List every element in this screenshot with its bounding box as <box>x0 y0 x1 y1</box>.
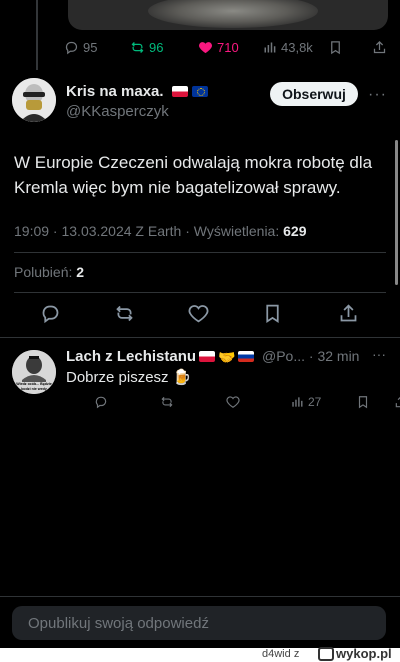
watermark-z: z <box>293 648 300 660</box>
likes-summary[interactable]: Polubień: 2 <box>14 264 84 280</box>
reply-author-name-row[interactable]: Lach z Lechistanu 🤝 <box>66 348 255 365</box>
reply-views-button[interactable]: 27 <box>290 395 321 409</box>
reply-avatar-caption: Wiedz ocób... Będzie bodzi nie wedy <box>16 382 52 391</box>
watermark-username: d4wid <box>262 648 291 660</box>
retweet-button[interactable] <box>114 303 135 324</box>
author-name: Kris na maxa. <box>66 83 164 100</box>
retweet-icon <box>116 305 133 322</box>
reply-share-button[interactable] <box>394 395 400 409</box>
author-name-row[interactable]: Kris na maxa. <box>66 83 208 100</box>
reply-button[interactable] <box>40 303 61 324</box>
reply-icon <box>65 41 78 55</box>
heart-icon <box>188 305 209 323</box>
reply-input[interactable] <box>26 613 386 633</box>
bookmark-icon <box>266 304 279 324</box>
reply-views-count: 27 <box>308 395 322 409</box>
reply-compose-box[interactable] <box>12 606 386 640</box>
views-action[interactable]: 43,8k <box>262 40 313 55</box>
beer-icon: 🍺 <box>172 369 192 386</box>
likes-label: Polubień: <box>14 264 77 280</box>
views-count: 43,8k <box>281 40 313 55</box>
share-icon <box>373 40 386 54</box>
heart-icon <box>226 396 240 408</box>
handshake-icon: 🤝 <box>218 348 236 365</box>
avatar-image <box>12 78 56 122</box>
likes-count: 2 <box>76 264 85 280</box>
divider <box>14 252 386 253</box>
author-handle[interactable]: @KKasperczyk <box>66 103 169 120</box>
tweet-actions <box>0 303 400 327</box>
reply-more-options-icon[interactable]: ··· <box>372 346 386 362</box>
share-button[interactable] <box>338 303 359 324</box>
reply-author-name: Lach z Lechistanu <box>66 348 197 365</box>
retweet-icon <box>131 42 144 53</box>
heart-filled-icon <box>199 42 212 54</box>
views-icon <box>264 42 276 53</box>
like-action[interactable]: 710 <box>198 40 239 55</box>
wykop-logo-text: wykop.pl <box>336 646 392 661</box>
divider <box>14 292 386 293</box>
reply-icon <box>95 396 107 409</box>
like-button[interactable] <box>188 303 209 324</box>
retweet-count: 96 <box>149 40 164 55</box>
more-options-icon[interactable]: ··· <box>368 86 387 104</box>
reply-text-content: Dobrze piszesz <box>66 369 169 386</box>
reply-reply-button[interactable] <box>94 395 108 409</box>
eu-flag-icon <box>191 86 208 97</box>
tweet-text: W Europie Czeczeni odwalają mokra robotę… <box>14 153 373 197</box>
reply-count: 95 <box>83 40 98 55</box>
retweet-icon <box>161 396 173 408</box>
follow-button[interactable]: Obserwuj <box>270 82 358 106</box>
poland-flag-icon <box>199 351 216 362</box>
image-content <box>148 0 318 28</box>
scrollbar[interactable] <box>395 140 398 285</box>
watermark-user: d4wid z <box>262 648 299 660</box>
previous-tweet-image[interactable] <box>68 0 388 30</box>
reply-like-button[interactable] <box>226 395 240 409</box>
like-count: 710 <box>217 40 239 55</box>
russia-flag-icon <box>238 351 255 362</box>
reply-author-avatar[interactable]: Wiedz ocób... Będzie bodzi nie wedy <box>12 350 56 394</box>
views-icon <box>292 397 303 407</box>
poland-flag-icon <box>171 86 188 97</box>
share-icon <box>395 396 400 408</box>
divider <box>0 337 400 338</box>
reply-actions: 27 <box>92 395 400 413</box>
reply-text: Dobrze piszesz 🍺 <box>66 368 191 386</box>
author-avatar[interactable] <box>12 78 56 122</box>
previous-tweet-actions: 95 96 710 43,8k <box>64 38 394 58</box>
share-icon <box>340 304 357 322</box>
tweet-meta: 19:09 · 13.03.2024 Z Earth · Wyświetleni… <box>14 223 306 239</box>
tweet-views-count[interactable]: 629 <box>283 223 306 239</box>
retweet-action[interactable]: 96 <box>130 40 163 55</box>
tweet-timestamp-source: 19:09 · 13.03.2024 Z Earth · Wyświetleni… <box>14 223 284 239</box>
reply-bookmark-button[interactable] <box>356 395 370 409</box>
thread-connector-line <box>36 0 38 70</box>
reply-icon <box>42 305 59 324</box>
bookmark-action[interactable] <box>328 40 343 55</box>
share-action[interactable] <box>372 40 387 55</box>
reply-handle-time[interactable]: @Po... · 32 min <box>262 348 359 364</box>
reply-action[interactable]: 95 <box>64 40 97 55</box>
bookmark-icon <box>331 41 340 55</box>
reply-retweet-button[interactable] <box>160 395 174 409</box>
divider <box>0 596 400 597</box>
wykop-logo-icon <box>318 646 334 661</box>
bookmark-button[interactable] <box>262 303 283 324</box>
bookmark-icon <box>358 396 368 409</box>
wykop-logo: wykop.pl <box>318 646 392 661</box>
